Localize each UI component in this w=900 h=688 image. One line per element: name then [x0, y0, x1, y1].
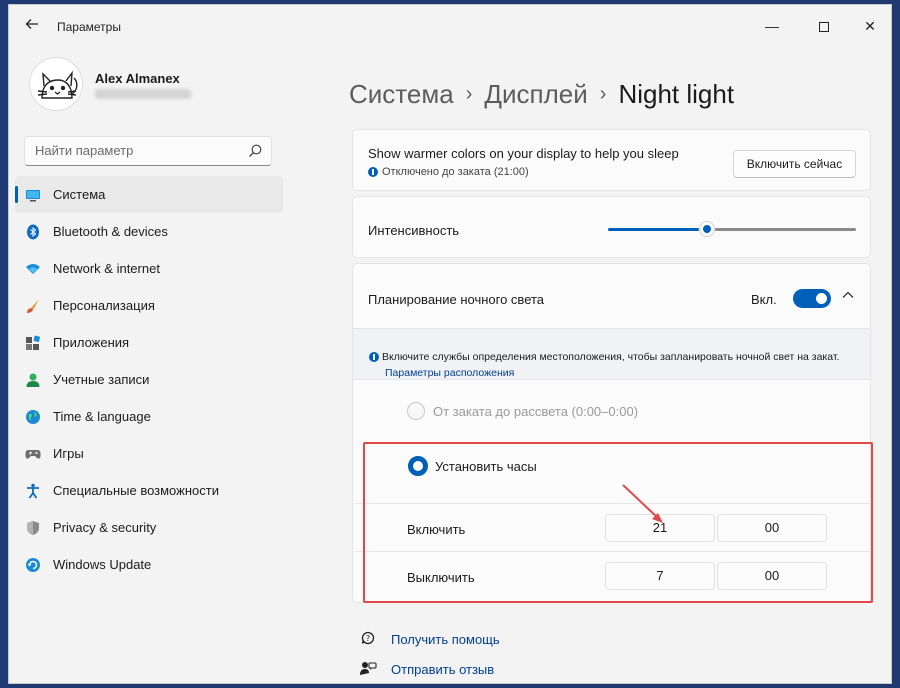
sidebar-item-system[interactable]: Система — [15, 176, 283, 213]
sidebar-item-label: Учетные записи — [53, 372, 150, 387]
maximize-icon — [819, 22, 829, 33]
maximize-button[interactable] — [801, 11, 847, 41]
sidebar-item-accounts[interactable]: Учетные записи — [15, 361, 283, 398]
schedule-toggle[interactable] — [793, 289, 831, 308]
sidebar-item-label: Bluetooth & devices — [53, 224, 168, 239]
minimize-icon: — — [765, 18, 779, 34]
schedule-toggle-label: Вкл. — [751, 292, 777, 307]
annotation-highlight-box — [363, 442, 873, 603]
page-title: Night light — [618, 79, 735, 109]
search-input[interactable] — [35, 143, 235, 158]
sidebar-item-label: Privacy & security — [53, 520, 157, 535]
schedule-header[interactable]: Планирование ночного света Вкл. — [353, 264, 870, 328]
user-email-redacted — [95, 89, 191, 99]
sidebar-item-accessibility[interactable]: Специальные возможности — [15, 472, 283, 509]
sunset-radio[interactable] — [407, 402, 425, 420]
sunset-radio-label: От заката до рассвета (0:00–0:00) — [433, 404, 639, 419]
sidebar-item-apps[interactable]: Приложения — [15, 324, 283, 361]
night-light-status: Отключено до заката (21:00) — [368, 166, 529, 178]
back-button[interactable] — [21, 17, 43, 37]
breadcrumb: Система › Дисплей › Night light — [349, 79, 734, 110]
breadcrumb-item-display[interactable]: Дисплей — [484, 79, 587, 109]
breadcrumb-separator: › — [465, 83, 473, 105]
status-text: Отключено до заката (21:00) — [382, 166, 529, 178]
sidebar-item-label: Игры — [53, 446, 84, 461]
app-title: Параметры — [57, 20, 121, 34]
night-light-description: Show warmer colors on your display to he… — [368, 146, 679, 161]
chevron-up-icon[interactable] — [841, 288, 855, 302]
annotation-arrow — [622, 484, 663, 523]
breadcrumb-item-system[interactable]: Система — [349, 79, 454, 109]
sidebar-item-label: Network & internet — [53, 261, 160, 276]
sidebar-item-gaming[interactable]: Игры — [15, 435, 283, 472]
user-name: Alex Almanex — [95, 71, 180, 86]
sidebar-item-bluetooth[interactable]: Bluetooth & devices — [15, 213, 283, 250]
get-help-label: Получить помощь — [391, 631, 500, 647]
sidebar-item-privacy[interactable]: Privacy & security — [15, 509, 283, 546]
location-notice-text: Включите службы определения местоположен… — [369, 351, 839, 363]
night-light-card: Show warmer colors on your display to he… — [352, 129, 871, 191]
schedule-label: Планирование ночного света — [368, 292, 545, 307]
sidebar-item-network[interactable]: Network & internet — [15, 250, 283, 287]
breadcrumb-separator: › — [599, 83, 607, 105]
sidebar-item-label: Time & language — [53, 409, 151, 424]
get-help-link[interactable]: ? Получить помощь — [359, 630, 500, 648]
help-icon: ? — [361, 631, 375, 645]
svg-text:?: ? — [366, 634, 370, 643]
sidebar-item-personalization[interactable]: Персонализация — [15, 287, 283, 324]
intensity-slider[interactable] — [608, 221, 858, 237]
back-arrow-icon — [25, 19, 38, 29]
cat-avatar-icon — [37, 70, 78, 99]
slider-track-filled — [608, 228, 699, 231]
system-icon — [26, 190, 40, 202]
location-notice-message: Включите службы определения местоположен… — [382, 351, 840, 363]
update-icon — [26, 558, 40, 572]
sidebar-item-label: Специальные возможности — [53, 483, 219, 498]
sidebar-item-windows-update[interactable]: Windows Update — [15, 546, 283, 583]
network-icon — [26, 264, 40, 274]
minimize-button[interactable]: — — [749, 11, 795, 41]
sidebar-item-label: Персонализация — [53, 298, 155, 313]
sidebar-item-label: Windows Update — [53, 557, 152, 572]
info-icon — [369, 352, 379, 362]
sidebar-item-label: Система — [53, 187, 106, 202]
sidebar-item-time-language[interactable]: Time & language — [15, 398, 283, 435]
brush-icon — [27, 299, 39, 313]
sidebar-nav: Система Bluetooth & devices Network & in… — [15, 176, 283, 583]
shield-icon — [27, 521, 39, 535]
search-box[interactable] — [24, 136, 272, 166]
slider-thumb[interactable] — [699, 221, 715, 237]
slider-track — [715, 228, 856, 231]
info-icon — [368, 167, 378, 177]
search-icon[interactable] — [247, 143, 263, 159]
accounts-icon — [26, 373, 40, 387]
bluetooth-icon — [27, 224, 39, 240]
settings-window: Параметры — ✕ Alex Almanex С — [8, 4, 892, 684]
sidebar-item-label: Приложения — [53, 335, 130, 350]
accessibility-icon — [27, 483, 39, 499]
intensity-label: Интенсивность — [368, 223, 460, 238]
sunset-option-row: От заката до рассвета (0:00–0:00) — [353, 382, 870, 442]
send-feedback-link[interactable]: Отправить отзыв — [359, 660, 494, 678]
send-feedback-label: Отправить отзыв — [391, 661, 495, 677]
location-settings-link[interactable]: Параметры расположения — [385, 367, 514, 379]
turn-on-now-button[interactable]: Включить сейчас — [733, 150, 856, 178]
close-icon: ✕ — [864, 18, 876, 34]
globe-icon — [26, 410, 40, 424]
intensity-card: Интенсивность — [352, 196, 871, 258]
feedback-icon — [360, 662, 377, 675]
gamepad-icon — [25, 450, 41, 459]
close-button[interactable]: ✕ — [847, 11, 893, 41]
title-bar: Параметры — ✕ — [9, 5, 891, 49]
location-notice: Включите службы определения местоположен… — [353, 328, 870, 380]
apps-icon — [26, 335, 41, 350]
avatar[interactable] — [29, 57, 83, 111]
